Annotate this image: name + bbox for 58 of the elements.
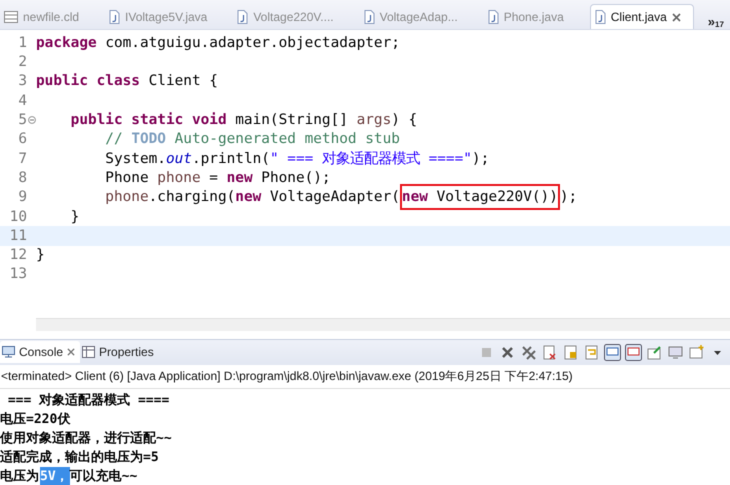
line-number: 2 [17, 54, 27, 70]
console-output-text: === 对象适配器模式 ==== [6, 392, 170, 408]
line-number: 7 [17, 150, 27, 167]
clear-console-icon[interactable] [541, 344, 558, 361]
code-line: package com.atguigu.adapter.objectadapter; [36, 34, 400, 51]
editor-tab[interactable]: Client.java [590, 4, 694, 30]
editor-tab[interactable]: newfile.cld [0, 5, 92, 30]
java-file-icon [594, 10, 606, 24]
line-number: 4 [17, 92, 27, 109]
java-file-icon [488, 10, 499, 24]
line-number: 6 [17, 131, 27, 148]
scroll-lock-icon[interactable] [562, 344, 579, 361]
line-number: 13 [8, 266, 27, 282]
editor-tab[interactable]: VoltageAdap... [360, 5, 470, 30]
line-number: 10 [8, 208, 27, 225]
word-wrap-icon[interactable] [583, 344, 600, 361]
code-line: public static void main(String[] args) { [70, 112, 418, 128]
highlight-frame: new Voltage220V()) [400, 184, 560, 210]
console-output-text: 适配完成，输出的电压为=5 [0, 448, 160, 466]
horizontal-scrollbar[interactable] [36, 318, 730, 331]
java-file-icon [237, 10, 248, 24]
line-number: 11 [8, 228, 27, 244]
view-tab[interactable]: Console [0, 341, 80, 364]
console-output-text: 使用对象适配器，进行适配~~ [0, 430, 173, 446]
close-icon[interactable] [67, 348, 76, 356]
editor-tab[interactable]: Phone.java [484, 5, 576, 30]
collapse-icon[interactable] [28, 116, 36, 124]
console-output-text: 电压为 [0, 468, 40, 484]
code-line: // TODO Auto-generated method stub [104, 131, 400, 148]
display-console-icon[interactable] [667, 344, 684, 361]
java-file-icon [109, 10, 120, 24]
java-file-icon [364, 10, 375, 24]
console-status: <terminated> Client (6) [Java Application] D:\program\jdk8.0\jre\bin\javaw.exe (2019年6月25日 下午2:47:15) [0, 365, 730, 389]
selected-text: 5V， [40, 466, 70, 484]
line-number: 1 [17, 34, 27, 51]
line-number: 9 [17, 189, 27, 206]
overflow-tabs-button[interactable]: »17 [708, 14, 724, 30]
show-console-output-icon[interactable] [604, 344, 621, 361]
diagram-file-icon [4, 11, 18, 24]
editor-tab[interactable]: Voltage220V.... [233, 5, 346, 30]
code-line: System.out.println(" === 对象适配器模式 ===="); [104, 150, 490, 168]
line-number: 8 [17, 170, 27, 186]
close-icon[interactable] [672, 12, 681, 22]
show-error-output-icon[interactable] [625, 344, 642, 361]
code-line: Phone phone = new Phone(); [104, 170, 331, 186]
code-line: public class Client { [36, 73, 218, 90]
pin-icon[interactable] [646, 344, 663, 361]
view-tab[interactable]: Properties [80, 341, 159, 364]
line-number: 12 [8, 247, 27, 264]
monitor-icon [2, 346, 15, 358]
remove-all-icon[interactable] [520, 344, 537, 361]
line-number: 5 [17, 112, 27, 128]
editor-tab[interactable]: IVoltage5V.java [105, 5, 220, 30]
code-line: } [70, 208, 80, 225]
line-number: 3 [17, 73, 27, 90]
console-output-text: 电压=220伏 [0, 410, 72, 428]
table-icon [82, 346, 96, 358]
code-line: } [36, 247, 45, 264]
